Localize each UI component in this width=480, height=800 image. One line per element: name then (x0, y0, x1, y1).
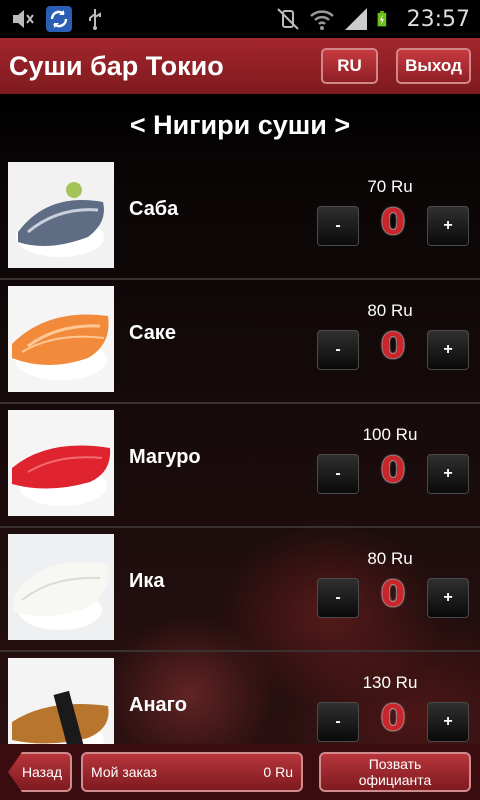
item-price: 130 Ru (362, 673, 418, 692)
menu-item-ika: Ика 80 Ru - 0 + (0, 528, 480, 652)
item-price: 100 Ru (362, 425, 418, 444)
clock: 23:57 (406, 6, 470, 32)
bottom-bar: Назад Мой заказ 0 Ru Позвать официанта (0, 744, 480, 800)
order-label: Мой заказ (91, 764, 158, 780)
waiter-label-line2: официанта (358, 772, 432, 788)
order-total: 0 Ru (263, 764, 293, 780)
decrease-button[interactable]: - (317, 578, 359, 618)
menu-item-sake: Саке 80 Ru - 0 + (0, 280, 480, 404)
battery-charging-icon (377, 11, 386, 27)
menu-item-anago: Анаго 130 Ru - 0 + (0, 652, 480, 744)
decrease-button[interactable]: - (317, 206, 359, 246)
exit-button[interactable]: Выход (396, 48, 471, 84)
decrease-button[interactable]: - (317, 702, 359, 742)
decrease-button[interactable]: - (317, 454, 359, 494)
item-name: Ика (129, 570, 165, 592)
increase-button[interactable]: + (427, 578, 469, 618)
item-name: Анаго (129, 694, 187, 716)
vibrate-off-icon (276, 8, 299, 30)
wifi-icon (309, 10, 334, 30)
quantity-display: 0 (380, 202, 406, 243)
back-button[interactable]: Назад (8, 752, 72, 792)
menu-item-saba: Саба 70 Ru - 0 + (0, 156, 480, 280)
increase-button[interactable]: + (427, 330, 469, 370)
sushi-photo-saba (8, 162, 114, 268)
item-name: Магуро (129, 446, 201, 468)
mute-icon (13, 10, 34, 28)
category-switcher[interactable]: < Нигири суши > (0, 94, 480, 156)
app-header: Суши бар Токио RU Выход (0, 38, 480, 94)
item-name: Саке (129, 322, 176, 344)
sushi-photo-maguro (8, 410, 114, 516)
sushi-photo-anago (8, 658, 114, 744)
increase-button[interactable]: + (427, 454, 469, 494)
item-price: 70 Ru (367, 177, 413, 196)
my-order-button[interactable]: Мой заказ 0 Ru (81, 752, 303, 792)
increase-button[interactable]: + (427, 702, 469, 742)
sync-icon (46, 6, 72, 32)
item-price: 80 Ru (367, 301, 413, 320)
quantity-display: 0 (380, 326, 406, 367)
menu-item-maguro: Магуро 100 Ru - 0 + (0, 404, 480, 528)
signal-icon (344, 8, 367, 30)
sushi-photo-ika (8, 534, 114, 640)
quantity-display: 0 (380, 450, 406, 491)
call-waiter-button[interactable]: Позвать официанта (319, 752, 471, 792)
menu-content: < Нигири суши > Саба 70 Ru - 0 + Саке 80… (0, 94, 480, 744)
quantity-display: 0 (380, 574, 406, 615)
decrease-button[interactable]: - (317, 330, 359, 370)
language-button[interactable]: RU (321, 48, 378, 84)
back-button-label: Назад (21, 764, 63, 780)
item-name: Саба (129, 198, 179, 220)
app-title: Суши бар Токио (9, 50, 224, 81)
waiter-label-line1: Позвать (368, 756, 422, 772)
usb-icon (89, 9, 101, 30)
sushi-photo-sake (8, 286, 114, 392)
status-bar: 23:57 (0, 0, 480, 38)
quantity-display: 0 (380, 698, 406, 739)
item-price: 80 Ru (367, 549, 413, 568)
increase-button[interactable]: + (427, 206, 469, 246)
